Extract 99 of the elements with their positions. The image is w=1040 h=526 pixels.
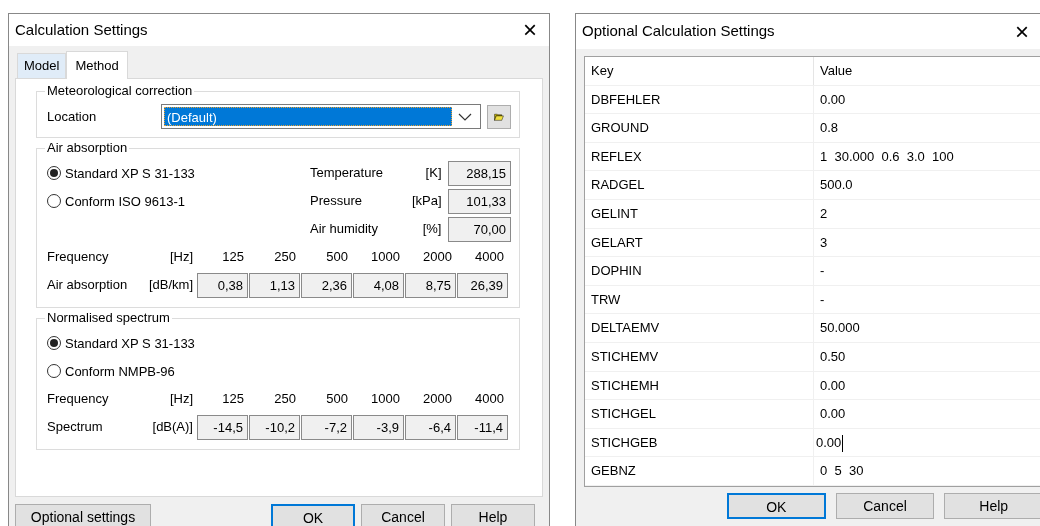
radio-label[interactable]: Standard XP S 31-133 (65, 166, 195, 180)
table-cell: STICHGEL (585, 400, 814, 429)
radio-button[interactable] (47, 336, 61, 350)
frequency-label: 500 (325, 390, 349, 409)
table-cell: GELINT (585, 199, 814, 228)
group-title: Normalised spectrum (45, 310, 172, 326)
param-label: Air humidity (310, 220, 379, 239)
dialog-button[interactable]: OK (271, 504, 355, 526)
table-cell: - (814, 285, 1040, 314)
group-title: Meteorological correction (45, 83, 195, 99)
value-field[interactable]: 4,08 (353, 272, 404, 298)
value-field[interactable]: -6,4 (405, 414, 456, 440)
value-field[interactable]: 26,39 (457, 272, 508, 298)
location-dropdown[interactable]: (Default) (161, 104, 481, 129)
table-cell: REFLEX (585, 142, 814, 171)
table-cell: 0.8 (814, 114, 1040, 143)
unit-label: [%] (421, 220, 443, 239)
group-title: Air absorption (45, 140, 130, 156)
table-cell: GELART (585, 228, 814, 257)
table-cell: TRW (585, 285, 814, 314)
frequency-label: 500 (325, 248, 349, 267)
window-title: Calculation Settings (15, 19, 148, 40)
tab[interactable]: Method (66, 51, 128, 79)
field-label: Location (47, 107, 98, 126)
table-cell: 0 5 30 (814, 457, 1040, 486)
frequency-label: 2000 (422, 248, 453, 267)
radio-label[interactable]: Standard XP S 31-133 (65, 336, 195, 350)
table-cell: 0.50 (814, 342, 1040, 371)
cell-editor[interactable]: 0.00 (814, 428, 1040, 457)
table-cell: GEBNZ (585, 457, 814, 486)
value-field[interactable]: -7,2 (301, 414, 352, 440)
value-field[interactable]: 2,36 (301, 272, 352, 298)
dialog-button[interactable]: OK (727, 492, 826, 519)
table-cell: 2 (814, 199, 1040, 228)
radio-label[interactable]: Conform NMPB-96 (65, 364, 175, 378)
tab[interactable]: Model (17, 53, 67, 78)
value-field[interactable]: 1,13 (249, 272, 300, 298)
frequency-label: 4000 (474, 390, 505, 409)
table-cell: STICHEMV (585, 342, 814, 371)
unit-label: [K] (424, 164, 443, 183)
table-cell: STICHEMH (585, 371, 814, 400)
value-field[interactable]: 70,00 (448, 216, 511, 242)
row-label: Spectrum (47, 418, 104, 437)
unit-label: [dB(A)] (151, 418, 194, 437)
dialog-button[interactable]: Help (944, 492, 1040, 519)
value-field[interactable]: -14,5 (197, 414, 248, 440)
dialog-button[interactable]: Cancel (361, 504, 445, 526)
dialog-button[interactable]: Cancel (835, 492, 935, 519)
value-field[interactable]: -11,4 (457, 414, 508, 440)
table-cell: 1 30.000 0.6 3.0 100 (814, 142, 1040, 171)
unit-label: [Hz] (168, 248, 194, 267)
radio-button[interactable] (47, 364, 61, 378)
column-header[interactable]: Value (814, 57, 1040, 85)
frequency-label: 250 (273, 390, 297, 409)
browse-button[interactable] (487, 104, 511, 129)
table-cell: RADGEL (585, 171, 814, 200)
close-button[interactable]: × (1009, 19, 1035, 44)
value-field[interactable]: 288,15 (448, 160, 511, 186)
frequency-label: 4000 (474, 248, 505, 267)
row-label: Frequency (47, 248, 110, 267)
table-cell: 500.0 (814, 171, 1040, 200)
table-cell: 50.000 (814, 314, 1040, 343)
unit-label: [kPa] (410, 192, 443, 211)
table-cell: 0.00 (814, 400, 1040, 429)
frequency-label: 125 (221, 390, 245, 409)
unit-label: [dB/km] (147, 276, 194, 295)
radio-label[interactable]: Conform ISO 9613-1 (65, 194, 185, 208)
unit-label: [Hz] (168, 390, 194, 409)
radio-button[interactable] (47, 166, 61, 180)
table-cell: 3 (814, 228, 1040, 257)
value-field[interactable]: 0,38 (197, 272, 248, 298)
window-title: Optional Calculation Settings (582, 21, 775, 42)
row-label: Frequency (47, 390, 110, 409)
chevron-down-icon (458, 112, 472, 121)
frequency-label: 1000 (370, 248, 401, 267)
text-cursor (842, 434, 844, 452)
value-field[interactable]: 8,75 (405, 272, 456, 298)
value-field[interactable]: -3,9 (353, 414, 404, 440)
dialog-button[interactable]: Help (451, 504, 535, 526)
frequency-label: 250 (273, 248, 297, 267)
table-cell: GROUND (585, 114, 814, 143)
table-cell: - (814, 257, 1040, 286)
table-cell: DBFEHLER (585, 85, 814, 114)
value-field[interactable]: -10,2 (249, 414, 300, 440)
row-label: Air absorption (47, 276, 129, 295)
frequency-label: 1000 (370, 390, 401, 409)
frequency-label: 2000 (422, 390, 453, 409)
dialog-button[interactable]: Optional settings (15, 504, 151, 526)
table-cell: 0.00 (814, 371, 1040, 400)
table-cell: DELTAEMV (585, 314, 814, 343)
radio-button[interactable] (47, 194, 61, 208)
table-cell: 0.00 (814, 85, 1040, 114)
table-cell: STICHGEB (585, 428, 814, 457)
value-field[interactable]: 101,33 (448, 188, 511, 214)
close-button[interactable]: × (517, 18, 543, 42)
table-cell: DOPHIN (585, 257, 814, 286)
column-header[interactable]: Key (585, 57, 814, 85)
frequency-label: 125 (221, 248, 245, 267)
param-label: Temperature (310, 164, 384, 183)
